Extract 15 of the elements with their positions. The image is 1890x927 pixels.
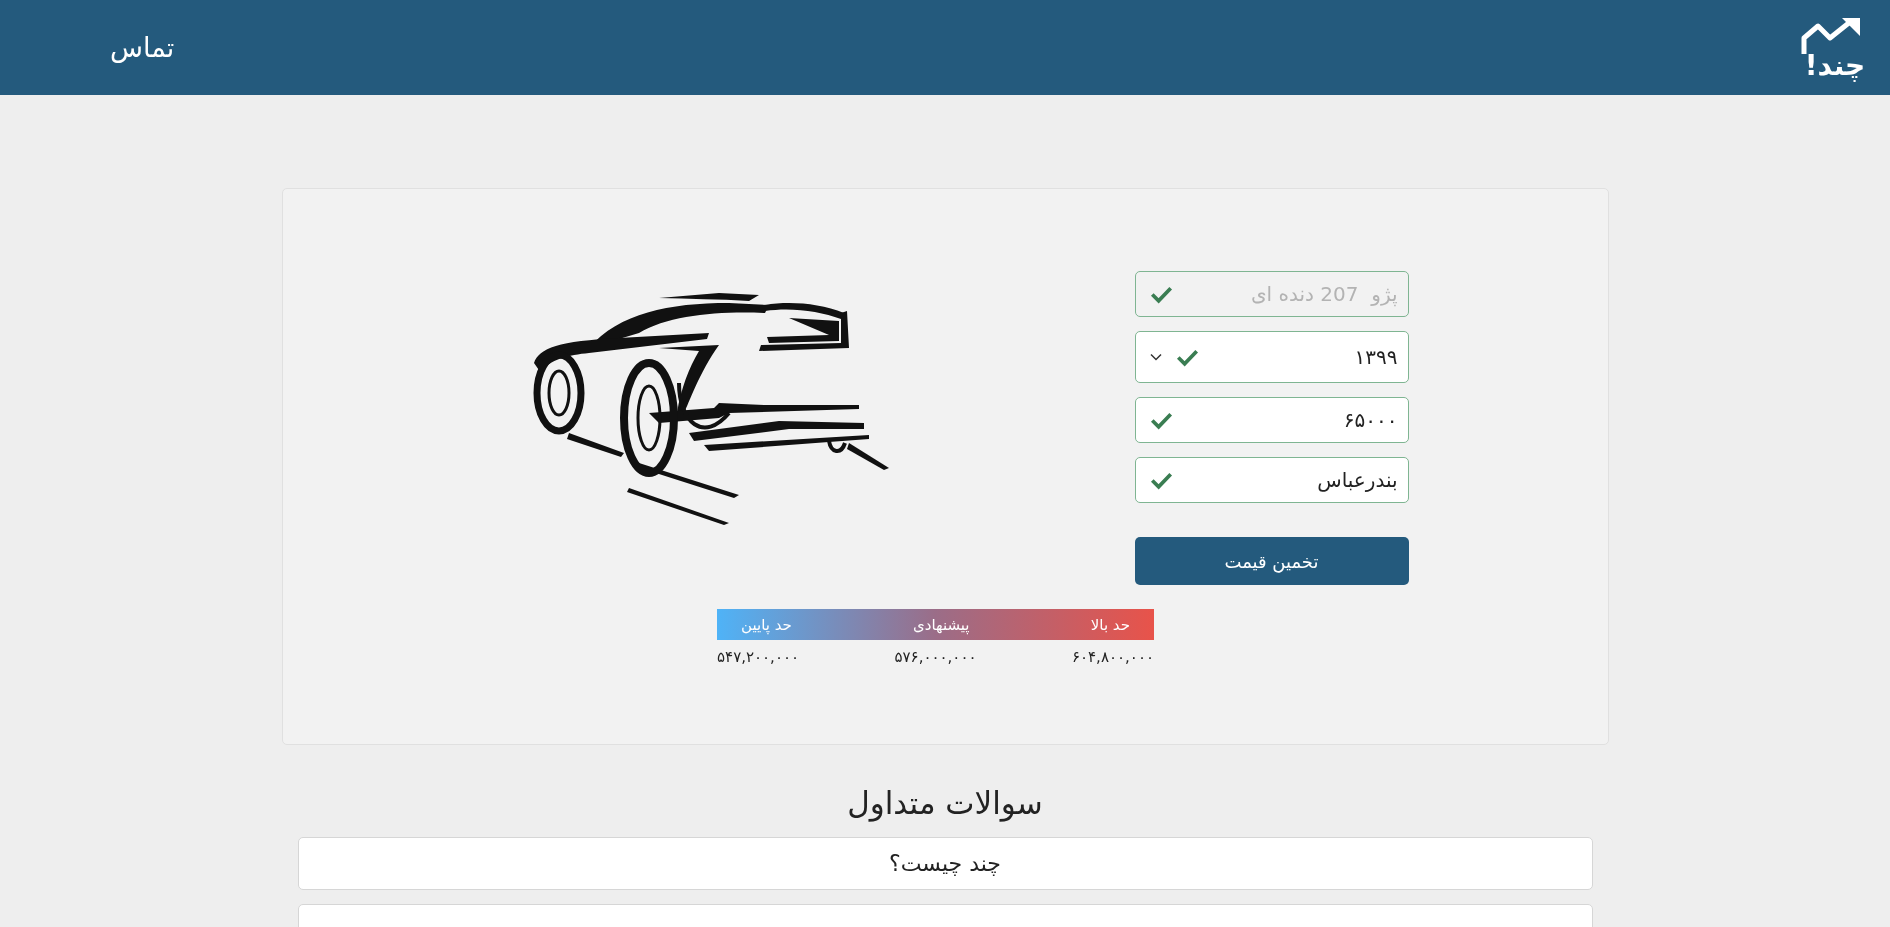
price-value: ۵۴۷,۲۰۰,۰۰۰: [717, 648, 800, 666]
estimate-button[interactable]: تخمین قیمت: [1134, 537, 1409, 585]
price-label: حد بالا: [1090, 615, 1130, 634]
input-field[interactable]: بندرعباس: [1134, 457, 1409, 503]
chevron-down-icon: [1149, 353, 1162, 361]
price-value: ۶۰۴,۸۰۰,۰۰۰: [1071, 648, 1154, 666]
price-label: پیشنهادی: [913, 615, 970, 634]
price-value: ۵۷۶,۰۰۰,۰۰۰: [894, 648, 977, 666]
price-label: حد پایین: [741, 615, 792, 634]
contact-link[interactable]: تماس: [110, 32, 175, 63]
input-field[interactable]: ۶۵۰۰۰: [1134, 397, 1409, 443]
faq-heading: سوالات متداول: [846, 785, 1044, 821]
faq-question[interactable]: چند چیست؟: [297, 837, 1593, 890]
year-select[interactable]: ۱۳۹۹: [1134, 331, 1409, 383]
site-logo[interactable]: چند!: [1800, 15, 1870, 80]
